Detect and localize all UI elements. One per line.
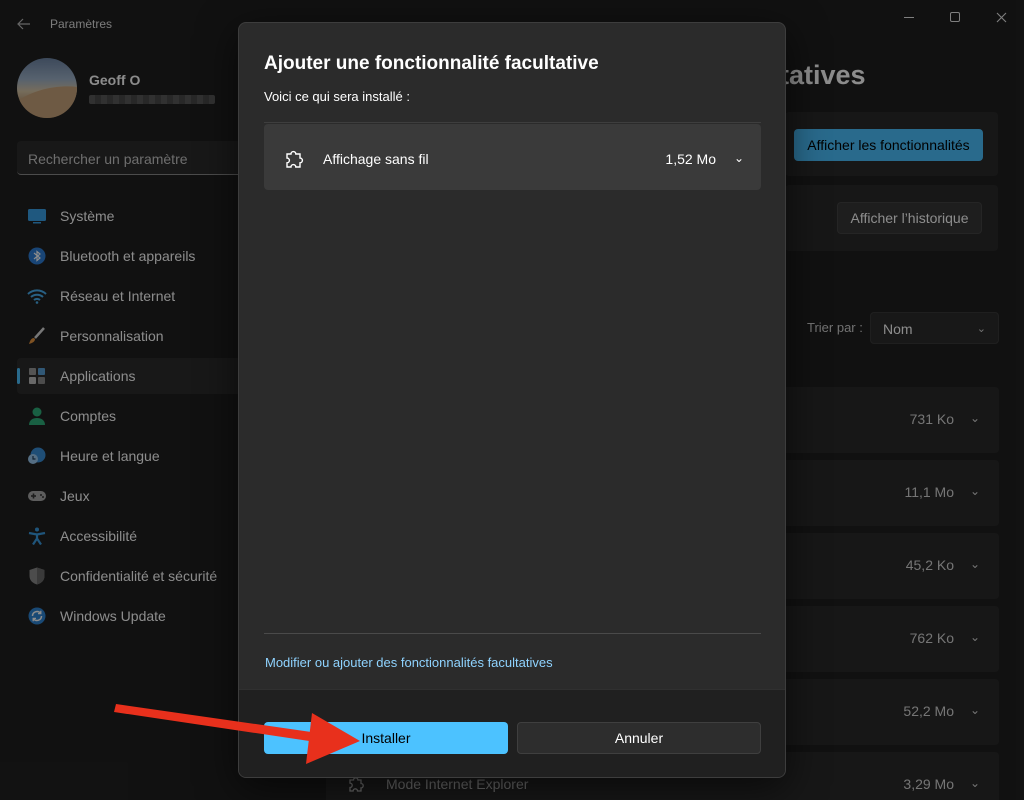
settings-window: Paramètres Geoff O Rechercher un paramèt… <box>0 0 1024 800</box>
dialog-title: Ajouter une fonctionnalité facultative <box>264 53 599 74</box>
install-button[interactable]: Installer <box>264 722 508 754</box>
feature-item-size: 1,52 Mo <box>665 151 716 167</box>
chevron-down-icon[interactable]: ⌄ <box>734 151 744 165</box>
dialog-footer: Installer Annuler <box>239 689 785 777</box>
cancel-button[interactable]: Annuler <box>517 722 761 754</box>
divider <box>264 633 761 634</box>
feature-item-row[interactable]: Affichage sans fil 1,52 Mo ⌄ <box>264 124 761 190</box>
puzzle-icon <box>286 150 304 168</box>
feature-item-name: Affichage sans fil <box>323 151 429 167</box>
divider <box>264 122 761 123</box>
modify-features-link[interactable]: Modifier ou ajouter des fonctionnalités … <box>265 655 553 670</box>
dialog-subtitle: Voici ce qui sera installé : <box>264 89 410 104</box>
add-optional-feature-dialog: Ajouter une fonctionnalité facultative V… <box>238 22 786 778</box>
